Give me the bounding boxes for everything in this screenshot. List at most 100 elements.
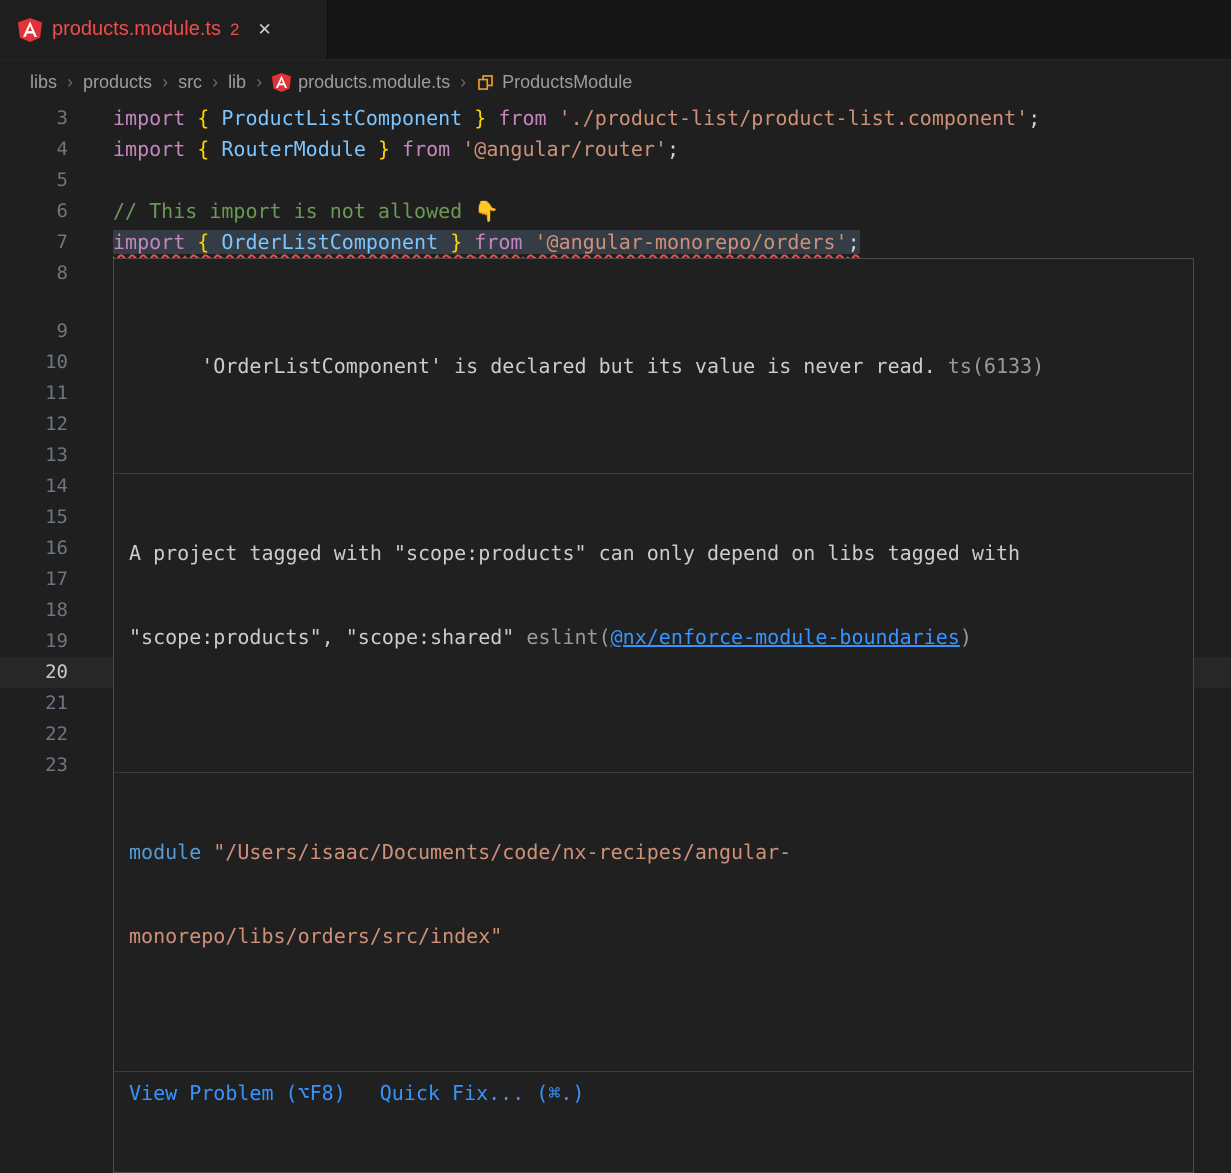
token: '@angular-monorepo/orders' [535, 230, 848, 254]
breadcrumb-label: src [178, 72, 202, 93]
token [185, 230, 197, 254]
angular-icon [272, 73, 291, 92]
line-number[interactable]: 18 [0, 595, 68, 626]
token: } [450, 230, 462, 254]
code-line-3[interactable]: 3 import { ProductListComponent } from '.… [0, 103, 1231, 134]
tab-products-module[interactable]: products.module.ts 2 ✕ [0, 0, 328, 59]
code-text: import { OrderListComponent } from '@ang… [113, 227, 860, 258]
token [209, 137, 221, 161]
line-number[interactable]: 23 [0, 750, 68, 781]
code-line-4[interactable]: 4 import { RouterModule } from '@angular/… [0, 134, 1231, 165]
diagnostic-source: ) [960, 625, 972, 649]
line-number[interactable]: 20 [0, 657, 68, 688]
module-path-block: module "/Users/isaac/Documents/code/nx-re… [114, 772, 1193, 1015]
breadcrumb-item-file[interactable]: products.module.ts [272, 72, 450, 93]
token: { [197, 230, 209, 254]
token: from [402, 137, 450, 161]
breadcrumb-item-src[interactable]: src [178, 72, 202, 93]
token: ; [848, 230, 860, 254]
line-number[interactable]: 22 [0, 719, 68, 750]
token: OrderListComponent [221, 230, 438, 254]
code-line-7[interactable]: 7 import { OrderListComponent } from '@an… [0, 227, 1231, 258]
editor[interactable]: 3 import { ProductListComponent } from '.… [0, 103, 1231, 780]
token [390, 137, 402, 161]
token [486, 106, 498, 130]
token: { [197, 106, 209, 130]
token [366, 137, 378, 161]
line-number[interactable]: 17 [0, 564, 68, 595]
quick-fix-action[interactable]: Quick Fix... (⌘.) [380, 1079, 585, 1107]
breadcrumb-label: lib [228, 72, 246, 93]
module-path-line: monorepo/libs/orders/src/index" [129, 922, 1178, 950]
token: } [474, 106, 486, 130]
breadcrumb-label: libs [30, 72, 57, 93]
token [462, 230, 474, 254]
diagnostic-message-line: A project tagged with "scope:products" c… [129, 539, 1178, 567]
tab-label: products.module.ts [52, 18, 221, 41]
close-icon[interactable]: ✕ [257, 20, 271, 40]
chevron-right-icon: › [460, 72, 466, 93]
breadcrumb-label: products [83, 72, 152, 93]
code-text: import { ProductListComponent } from './… [113, 103, 1040, 134]
breadcrumb-item-symbol[interactable]: ProductsModule [476, 72, 632, 93]
line-number[interactable]: 21 [0, 688, 68, 719]
token: './product-list/product-list.component' [559, 106, 1029, 130]
token [450, 137, 462, 161]
token [209, 106, 221, 130]
diagnostic-message-line: "scope:products", "scope:shared" eslint(… [129, 623, 1178, 651]
diagnostic-message: "scope:products", "scope:shared" [129, 625, 514, 649]
line-number[interactable]: 16 [0, 533, 68, 564]
token: '@angular/router' [462, 137, 667, 161]
chevron-right-icon: › [212, 72, 218, 93]
angular-icon [18, 18, 42, 42]
diagnostic-eslint: A project tagged with "scope:products" c… [114, 473, 1193, 716]
tab-problems-badge: 2 [230, 20, 239, 40]
token: { [197, 137, 209, 161]
token: from [474, 230, 522, 254]
diagnostic-ts: 'OrderListComponent' is declared but its… [114, 315, 1193, 417]
token [547, 106, 559, 130]
token [209, 230, 221, 254]
breadcrumb-item-libs[interactable]: libs [30, 72, 57, 93]
line-number[interactable]: 7 [0, 227, 68, 258]
line-number[interactable]: 8 [0, 258, 68, 289]
module-path: monorepo/libs/orders/src/index" [129, 924, 502, 948]
line-number[interactable]: 3 [0, 103, 68, 134]
chevron-right-icon: › [67, 72, 73, 93]
token: // This import is not allowed 👇 [113, 199, 499, 223]
module-path-line: module "/Users/isaac/Documents/code/nx-re… [129, 838, 1178, 866]
token [185, 137, 197, 161]
token: ; [667, 137, 679, 161]
token: import [113, 230, 185, 254]
tab-bar: products.module.ts 2 ✕ [0, 0, 1231, 60]
line-number[interactable]: 12 [0, 409, 68, 440]
module-path: "/Users/isaac/Documents/code/nx-recipes/… [213, 840, 791, 864]
breadcrumb-item-products[interactable]: products [83, 72, 152, 93]
token: ; [1028, 106, 1040, 130]
chevron-right-icon: › [256, 72, 262, 93]
code-text: import { RouterModule } from '@angular/r… [113, 134, 679, 165]
line-number[interactable]: 15 [0, 502, 68, 533]
code-line-6[interactable]: 6 // This import is not allowed 👇 [0, 196, 1231, 227]
line-number[interactable]: 13 [0, 440, 68, 471]
line-number[interactable]: 9 [0, 316, 68, 347]
code-line-5[interactable]: 5 [0, 165, 1231, 196]
hover-actions: View Problem (⌥F8) Quick Fix... (⌘.) [114, 1071, 1193, 1116]
token [522, 230, 534, 254]
line-number[interactable]: 10 [0, 347, 68, 378]
breadcrumb: libs › products › src › lib › products.m… [0, 61, 1231, 103]
line-number[interactable]: 5 [0, 165, 68, 196]
chevron-right-icon: › [162, 72, 168, 93]
diagnostic-message: 'OrderListComponent' is declared but its… [201, 354, 936, 378]
diagnostic-source: eslint( [514, 625, 610, 649]
eslint-rule-link[interactable]: @nx/enforce-module-boundaries [611, 625, 960, 649]
line-number[interactable]: 6 [0, 196, 68, 227]
line-number[interactable]: 11 [0, 378, 68, 409]
module-keyword: module [129, 840, 201, 864]
line-number[interactable]: 4 [0, 134, 68, 165]
line-number[interactable]: 14 [0, 471, 68, 502]
line-number[interactable]: 19 [0, 626, 68, 657]
view-problem-action[interactable]: View Problem (⌥F8) [129, 1079, 346, 1107]
token: } [378, 137, 390, 161]
breadcrumb-item-lib[interactable]: lib [228, 72, 246, 93]
